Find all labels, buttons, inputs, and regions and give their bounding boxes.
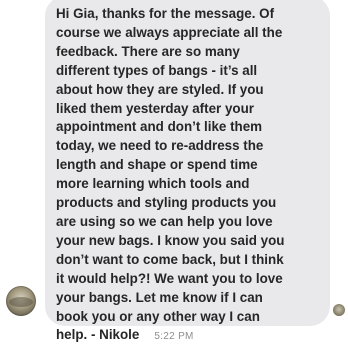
message-timestamp: 5:22 PM <box>154 331 194 342</box>
sender-avatar[interactable] <box>6 286 36 316</box>
seen-avatar-icon <box>333 304 345 316</box>
message-text: Hi Gia, thanks for the message. Of cours… <box>56 6 285 343</box>
message-bubble[interactable]: Hi Gia, thanks for the message. Of cours… <box>45 0 330 342</box>
avatar-image-detail <box>9 297 33 307</box>
